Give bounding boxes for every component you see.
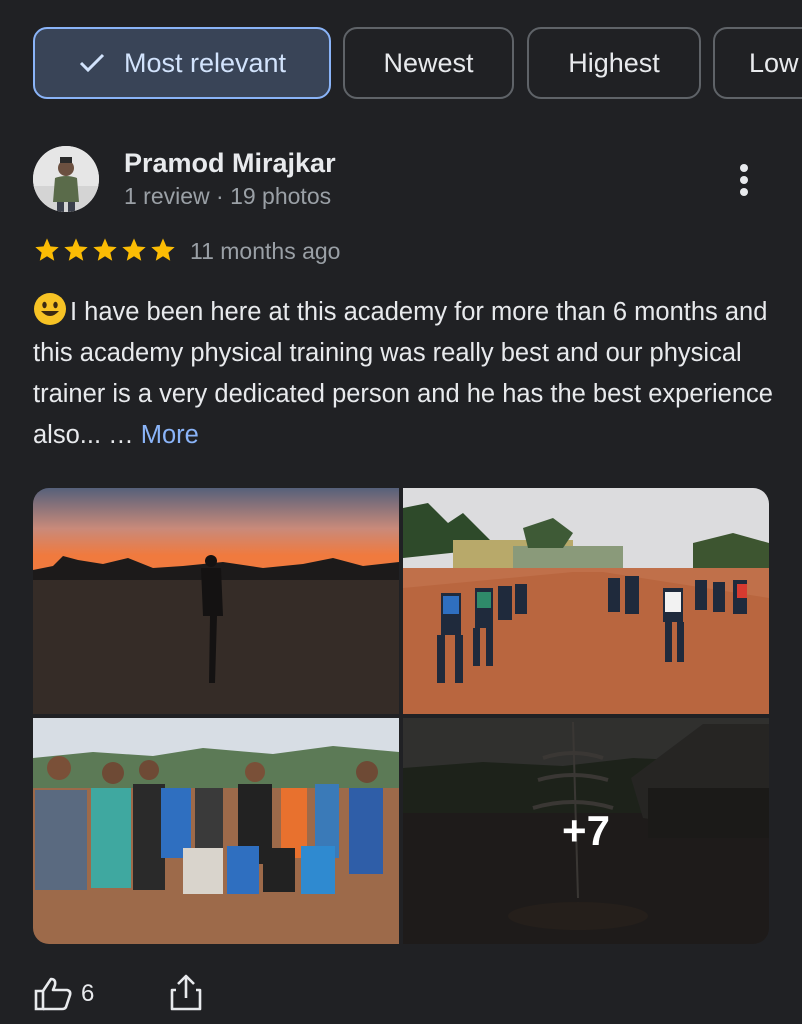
- reviewer-meta: 1 review · 19 photos: [124, 183, 332, 209]
- more-vert-icon[interactable]: [730, 160, 758, 200]
- chip-lowest[interactable]: Low: [713, 27, 802, 99]
- review-photo-1[interactable]: [33, 488, 399, 714]
- more-photos-count: +7: [562, 807, 610, 854]
- review-date: 11 months ago: [190, 238, 341, 264]
- review-photo-2[interactable]: [403, 488, 769, 714]
- thumbs-up-icon: [34, 977, 72, 1011]
- avatar[interactable]: [33, 146, 99, 212]
- star-icon: [122, 238, 146, 261]
- like-button[interactable]: 6: [33, 976, 94, 1012]
- chip-label: Low: [749, 47, 799, 78]
- star-rating: [33, 236, 178, 264]
- star-icon: [151, 238, 175, 261]
- check-icon: [78, 51, 106, 75]
- share-button[interactable]: [168, 972, 204, 1017]
- chip-highest[interactable]: Highest: [527, 27, 701, 99]
- review-photo-3[interactable]: [33, 718, 399, 944]
- chip-label: Newest: [383, 47, 474, 78]
- sort-chips: Most relevant Newest Highest Low: [33, 27, 802, 102]
- chip-label: Most relevant: [123, 47, 287, 78]
- reviewer-name[interactable]: Pramod Mirajkar: [124, 148, 336, 179]
- review-text: I have been here at this academy for mor…: [33, 292, 773, 456]
- star-icon: [93, 238, 117, 261]
- share-icon: [170, 974, 202, 1011]
- chip-most-relevant[interactable]: Most relevant: [33, 27, 331, 99]
- review-photo-4[interactable]: +7: [403, 718, 769, 944]
- like-count: 6: [81, 980, 95, 1007]
- emoji-icon: [34, 293, 66, 325]
- chip-newest[interactable]: Newest: [343, 27, 514, 99]
- chip-label: Highest: [568, 47, 660, 78]
- more-link[interactable]: More: [141, 421, 199, 449]
- star-icon: [64, 238, 88, 261]
- star-icon: [35, 238, 59, 261]
